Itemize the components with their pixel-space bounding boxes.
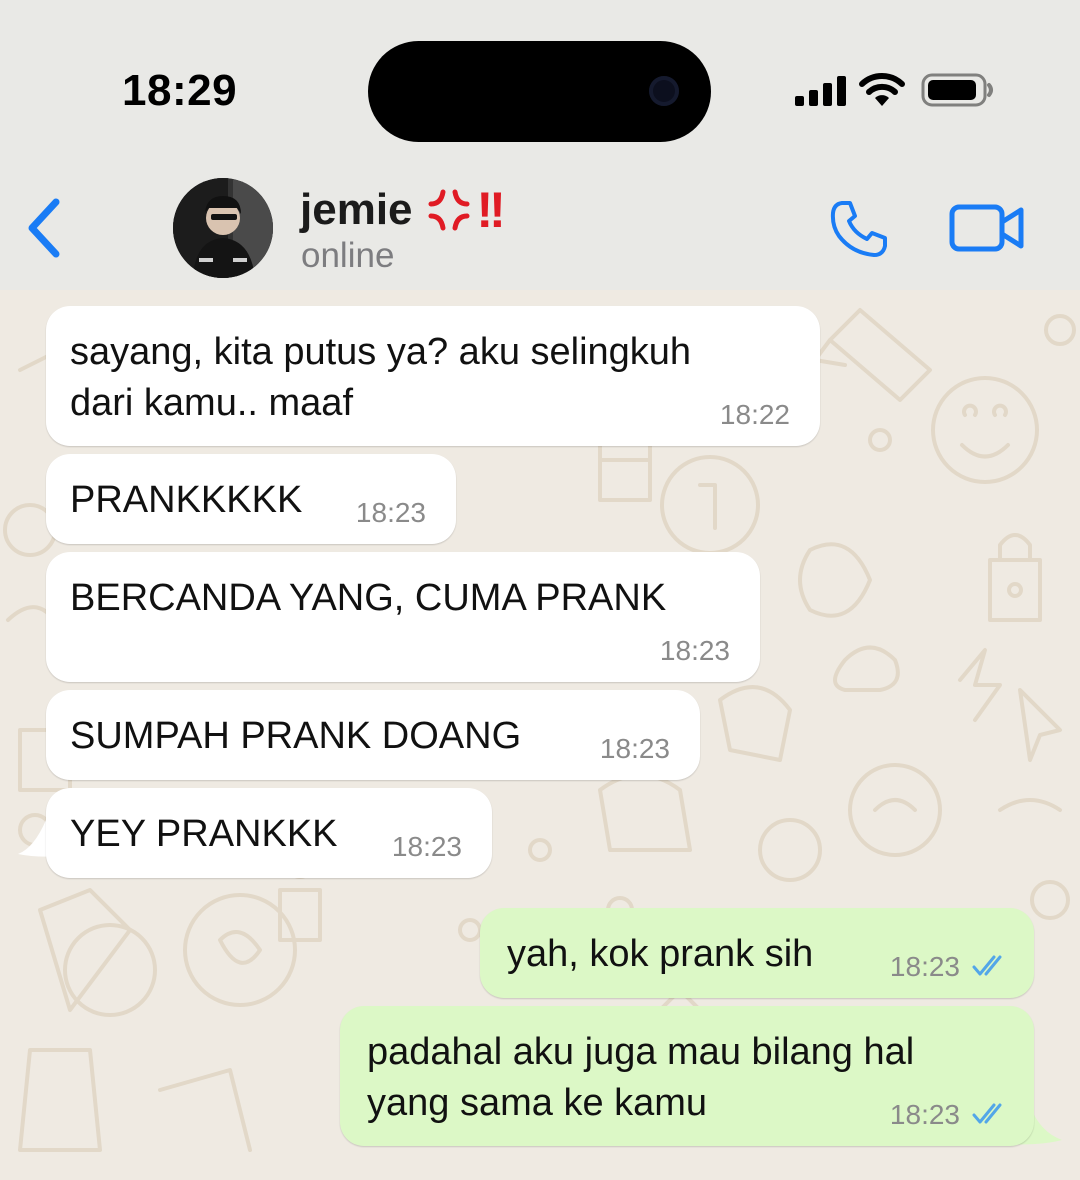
outgoing-message[interactable]: padahal aku juga mau bilang hal yang sam… — [340, 1006, 1034, 1146]
message-time: 18:23 — [889, 1099, 960, 1130]
top-bar: 18:29 jemie !! online — [0, 0, 1080, 290]
video-call-button[interactable] — [948, 202, 1026, 259]
double-check-read-icon — [972, 1103, 1002, 1124]
outgoing-message[interactable]: yah, kok prank sih 18:23 — [480, 908, 1034, 998]
dynamic-island — [368, 41, 711, 142]
video-camera-icon — [949, 204, 1024, 252]
message-text: YEY PRANKKK — [70, 813, 338, 855]
message-time: 18:23 — [391, 831, 462, 862]
front-camera-icon — [649, 76, 679, 106]
double-check-read-icon — [972, 955, 1002, 976]
message-text: sayang, kita putus ya? aku selingkuh dar… — [70, 331, 692, 424]
anger-symbol-icon — [428, 189, 470, 231]
message-text: SUMPAH PRANK DOANG — [70, 715, 522, 757]
contact-avatar[interactable] — [173, 178, 273, 278]
name-exclamation: !! — [476, 182, 506, 238]
message-text: yah, kok prank sih — [507, 933, 814, 975]
voice-call-button[interactable] — [828, 198, 890, 265]
message-text: PRANKKKKK — [70, 479, 303, 521]
message-text: padahal aku juga mau bilang hal yang sam… — [367, 1031, 915, 1124]
incoming-message[interactable]: YEY PRANKKK 18:23 — [46, 788, 492, 878]
contact-name-row[interactable]: jemie !! — [300, 182, 506, 238]
status-time: 18:29 — [122, 66, 238, 115]
contact-name: jemie — [300, 185, 413, 234]
incoming-message[interactable]: sayang, kita putus ya? aku selingkuh dar… — [46, 306, 820, 446]
message-time: 18:23 — [599, 733, 670, 764]
chevron-left-icon — [28, 198, 60, 258]
message-time: 18:23 — [889, 951, 960, 982]
message-time: 18:23 — [355, 497, 426, 528]
message-text: BERCANDA YANG, CUMA PRANK — [70, 577, 667, 619]
battery-icon — [921, 73, 993, 107]
contact-status: online — [301, 236, 395, 275]
wifi-icon — [859, 73, 905, 106]
incoming-message[interactable]: BERCANDA YANG, CUMA PRANK 18:23 — [46, 552, 760, 682]
message-time: 18:22 — [719, 399, 790, 430]
cellular-signal-icon — [795, 76, 846, 106]
incoming-message[interactable]: PRANKKKKK 18:23 — [46, 454, 456, 544]
profile-photo — [173, 178, 273, 278]
incoming-message[interactable]: SUMPAH PRANK DOANG 18:23 — [46, 690, 700, 780]
phone-icon — [830, 201, 887, 257]
back-button[interactable] — [20, 194, 70, 264]
message-time: 18:23 — [659, 635, 730, 666]
